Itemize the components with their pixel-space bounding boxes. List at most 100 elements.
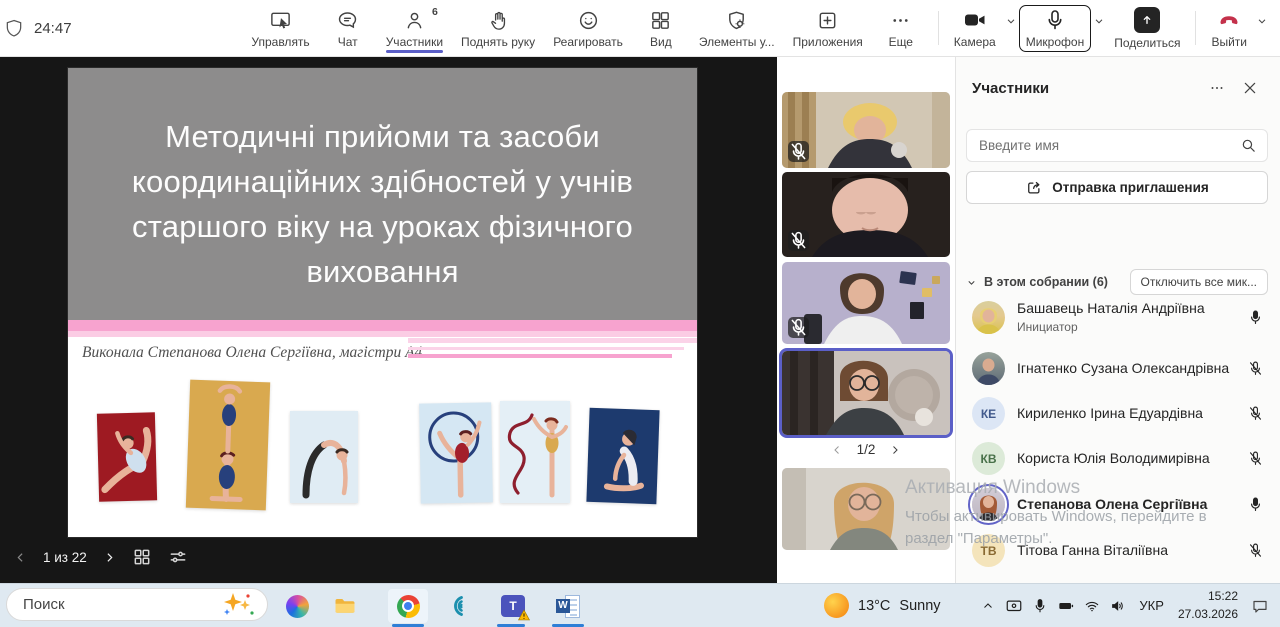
toolbar-item-label: Реагировать — [553, 35, 623, 49]
mute-all-button[interactable]: Отключить все мик... — [1130, 269, 1268, 295]
send-invite-label: Отправка приглашения — [1052, 180, 1209, 195]
taskbar-app-explorer[interactable] — [325, 589, 365, 623]
participant-name: Степанова Олена Сергіївна — [1017, 496, 1207, 512]
video-tile-5[interactable] — [782, 468, 950, 550]
taskbar-app-teams[interactable]: T — [493, 589, 533, 623]
mic-off-icon[interactable] — [1244, 542, 1266, 559]
slide-title-line: старшого віку на уроках фізичного — [132, 204, 633, 249]
participant-name: Башавець Наталія Андріївна — [1017, 300, 1205, 316]
avatar — [972, 352, 1005, 385]
notification-center-icon[interactable] — [1250, 597, 1270, 615]
pink-stripe — [408, 338, 697, 343]
slide: Методичні прийоми та засоби координаційн… — [68, 68, 697, 537]
toolbar-item-label: Еще — [889, 35, 913, 49]
taskbar-app-copilot[interactable] — [277, 589, 317, 623]
toolbar-item-view[interactable]: Вид — [632, 4, 690, 53]
panel-title: Участники — [972, 80, 1049, 97]
copilot-icon — [286, 595, 309, 618]
share-invite-icon — [1025, 179, 1043, 197]
avatar-initials: КВ — [972, 442, 1005, 475]
participant-row[interactable]: Ігнатенко Сузана Олександрівна — [956, 346, 1280, 391]
deck-controls: 1 из 22 — [14, 544, 188, 570]
tray-chevron-up-icon[interactable] — [975, 599, 1001, 613]
tray-battery-icon[interactable] — [1053, 598, 1079, 614]
avatar-speaking — [972, 488, 1005, 521]
tray-wifi-icon[interactable] — [1079, 598, 1105, 614]
tray-speaker-icon[interactable] — [1105, 598, 1131, 614]
camera-options-chevron[interactable] — [1005, 15, 1017, 27]
teal-swirl-icon — [445, 594, 469, 618]
taskbar-search-box[interactable]: Поиск — [6, 588, 268, 621]
participant-search-input[interactable] — [977, 137, 1240, 154]
meeting-toolbar: 24:47 Управлять Чат 6 Участники — [0, 0, 1280, 57]
leave-button[interactable]: Выйти — [1204, 5, 1254, 52]
toolbar-item-label: Поднять руку — [461, 35, 535, 49]
video-tile-3[interactable] — [782, 262, 950, 344]
video-tile-2[interactable] — [782, 172, 950, 257]
share-button[interactable]: Поделиться — [1107, 4, 1187, 53]
participant-row-speaking[interactable]: Степанова Олена Сергіївна — [956, 482, 1280, 527]
send-invite-button[interactable]: Отправка приглашения — [966, 171, 1268, 204]
language-indicator[interactable]: УКР — [1139, 598, 1164, 613]
participant-name: Тітова Ганна Віталіївна — [1017, 542, 1168, 558]
taskbar-app-word[interactable]: W — [548, 589, 588, 623]
participant-row[interactable]: ТВ Тітова Ганна Віталіївна — [956, 528, 1280, 573]
chevron-down-icon[interactable] — [966, 277, 977, 288]
prev-slide-button[interactable] — [14, 551, 27, 564]
camera-button[interactable]: Камера — [947, 5, 1003, 52]
weather-desc: Sunny — [899, 598, 940, 614]
taskbar-clock[interactable]: 15:22 27.03.2026 — [1178, 588, 1238, 623]
toolbar-item-manage[interactable]: Управлять — [242, 4, 318, 53]
slide-title-line: Методичні прийоми та засоби — [165, 114, 600, 159]
toolbar-item-meeting-elements[interactable]: Элементы у... — [690, 4, 784, 53]
camera-icon — [962, 8, 988, 32]
slide-byline-row: Виконала Степанова Олена Сергіївна, магі… — [68, 337, 697, 373]
slide-settings-button[interactable] — [168, 547, 188, 567]
slide-grid-button[interactable] — [132, 547, 152, 567]
slide-pager: 1 из 22 — [43, 550, 87, 565]
panel-more-button[interactable] — [1200, 75, 1234, 101]
tray-screen-share-icon[interactable] — [1001, 597, 1027, 615]
slide-title-line: виховання — [306, 249, 458, 294]
video-tile-1[interactable] — [782, 92, 950, 168]
toolbar-item-participants[interactable]: 6 Участники — [377, 4, 452, 53]
timer-value: 24:47 — [34, 20, 72, 37]
microphone-button[interactable]: Микрофон — [1019, 5, 1091, 52]
participant-row[interactable]: КЕ Кириленко Ірина Едуардівна — [956, 391, 1280, 436]
leave-options-chevron[interactable] — [1256, 15, 1268, 27]
screen-control-icon — [269, 8, 292, 32]
share-label: Поделиться — [1114, 36, 1180, 50]
microphone-options-chevron[interactable] — [1093, 15, 1105, 27]
mic-off-icon[interactable] — [1244, 450, 1266, 467]
toolbar-item-react[interactable]: Реагировать — [544, 4, 632, 53]
toolbar-item-apps[interactable]: Приложения — [784, 4, 872, 53]
file-explorer-icon — [333, 594, 357, 618]
teams-icon: T — [501, 595, 525, 617]
panel-close-button[interactable] — [1234, 76, 1266, 100]
next-slide-button[interactable] — [103, 551, 116, 564]
video-prev-page-button[interactable] — [831, 444, 843, 456]
taskbar-app-wave[interactable] — [437, 589, 477, 623]
taskbar-weather-widget[interactable]: 13°C Sunny — [824, 584, 941, 627]
taskbar-app-chrome[interactable] — [388, 589, 428, 623]
in-this-meeting-section: В этом собрании (6) Отключить все мик... — [966, 269, 1268, 295]
video-tile-4-active-speaker[interactable] — [779, 348, 953, 438]
mic-off-icon[interactable] — [1244, 360, 1266, 377]
mic-off-icon[interactable] — [1244, 405, 1266, 422]
section-label[interactable]: В этом собрании (6) — [984, 275, 1108, 289]
toolbar-item-more[interactable]: Еще — [872, 4, 930, 53]
toolbar-item-chat[interactable]: Чат — [319, 4, 377, 53]
participants-panel: Участники Отправка приглашения — [955, 57, 1280, 584]
toolbar-item-raise-hand[interactable]: Поднять руку — [452, 4, 544, 53]
chat-icon — [336, 8, 359, 32]
mic-on-icon[interactable] — [1244, 496, 1266, 513]
participant-row[interactable]: КВ Користа Юлія Володимирівна — [956, 436, 1280, 481]
video-next-page-button[interactable] — [889, 444, 901, 456]
gymnast-tile-ribbon — [500, 401, 570, 503]
avatar-initials: КЕ — [972, 397, 1005, 430]
toolbar-item-label: Участники — [386, 35, 443, 49]
mic-on-icon[interactable] — [1244, 309, 1266, 326]
tray-microphone-icon[interactable] — [1027, 598, 1053, 614]
participant-search-field[interactable] — [966, 129, 1268, 162]
participant-row[interactable]: Башавець Наталія Андріївна Инициатор — [956, 295, 1280, 340]
